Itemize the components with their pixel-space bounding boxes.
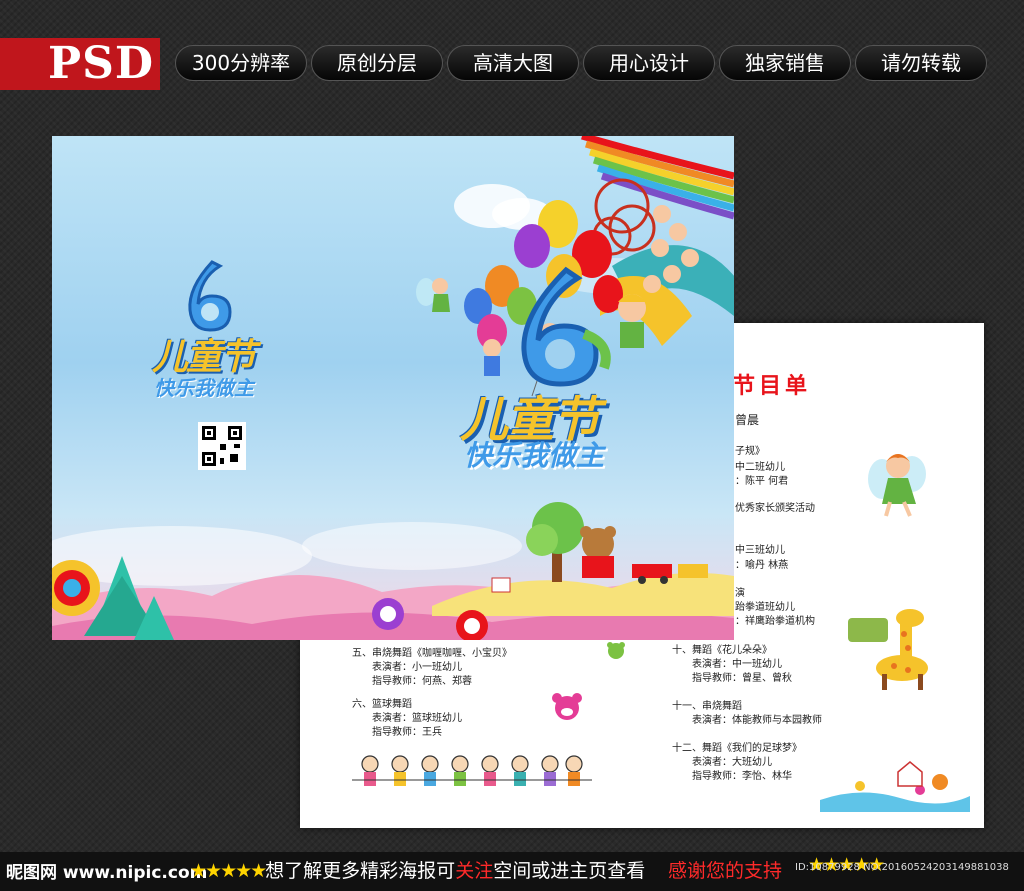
feature-tags: 300分辨率 原创分层 高清大图 用心设计 独家销售 请勿转载 bbox=[175, 45, 991, 81]
footer-highlight: 关注 bbox=[455, 860, 494, 882]
program-line: ：喻丹 林燕 bbox=[735, 560, 789, 571]
program-line: 表演者：体能教师与本园教师 bbox=[692, 715, 822, 726]
big-six-logo bbox=[521, 266, 611, 387]
psd-badge: PSD bbox=[0, 38, 160, 90]
footer-message: ★★★★★想了解更多精彩海报可关注空间或进主页查看 bbox=[190, 856, 645, 883]
flower-house-illustration bbox=[820, 761, 970, 812]
bear-face-pink-icon bbox=[552, 693, 582, 720]
program-line: 子规》 bbox=[735, 446, 765, 457]
tag-original-layers: 原创分层 bbox=[311, 45, 443, 81]
fairy-girl-illustration bbox=[868, 454, 926, 517]
cover-sheet: 儿童节 快乐我做主 儿童节 快乐我做主 bbox=[52, 136, 734, 640]
program-line: 指导教师：王兵 bbox=[372, 727, 442, 738]
bear-face-green-icon bbox=[607, 642, 625, 659]
program-line: ：陈平 何君 bbox=[735, 476, 789, 487]
stars-left-icon: ★★★★★ bbox=[190, 860, 267, 882]
program-line: 表演者：中一班幼儿 bbox=[692, 659, 782, 670]
program-line: 六、篮球舞蹈 bbox=[352, 699, 412, 710]
children-row-illustration bbox=[352, 755, 592, 786]
small-six-logo bbox=[188, 260, 232, 332]
program-line: 表演者：小一班幼儿 bbox=[372, 662, 462, 673]
tag-no-repost: 请勿转载 bbox=[855, 45, 987, 81]
program-title: 节目单 bbox=[733, 374, 812, 399]
big-logo-slogan: 快乐我做主 bbox=[464, 439, 605, 472]
program-line: 跆拳道班幼儿 bbox=[735, 602, 795, 613]
program-line: 中三班幼儿 bbox=[735, 545, 785, 556]
tag-exclusive-sale: 独家销售 bbox=[719, 45, 851, 81]
footer-text-part2: 空间或进主页查看 bbox=[493, 860, 646, 882]
program-line: ：祥鹰跆拳道机构 bbox=[735, 616, 815, 627]
program-line: 指导教师：何燕、郑蓉 bbox=[372, 676, 472, 687]
program-line: 中二班幼儿 bbox=[735, 462, 785, 473]
tag-resolution: 300分辨率 bbox=[175, 45, 307, 81]
image-id: ID:10879928 NO:20160524203149881038 bbox=[795, 862, 1009, 873]
program-line: 表演者：大班幼儿 bbox=[692, 757, 772, 768]
program-line: 优秀家长颁奖活动 bbox=[735, 503, 815, 514]
giraffe-illustration bbox=[848, 609, 928, 690]
qr-code bbox=[198, 422, 246, 470]
program-line: 曾晨 bbox=[735, 413, 760, 427]
program-line: 演 bbox=[735, 588, 745, 599]
program-line: 表演者：篮球班幼儿 bbox=[372, 713, 462, 724]
site-watermark: 昵图网 www.nipic.com bbox=[6, 863, 208, 883]
footer-thanks: 感谢您的支持 bbox=[668, 860, 783, 882]
tag-careful-design: 用心设计 bbox=[583, 45, 715, 81]
program-line: 五、串烧舞蹈《咖喱咖喱、小宝贝》 bbox=[352, 648, 512, 659]
program-line: 十二、舞蹈《我们的足球梦》 bbox=[672, 743, 802, 754]
tag-hd-image: 高清大图 bbox=[447, 45, 579, 81]
program-line: 十、舞蹈《花儿朵朵》 bbox=[672, 645, 772, 656]
program-line: 指导教师：李怡、林华 bbox=[692, 771, 792, 782]
footer-text-part1: 想了解更多精彩海报可 bbox=[265, 860, 456, 882]
program-line: 指导教师：曾星、曾秋 bbox=[692, 673, 792, 684]
program-line: 十一、串烧舞蹈 bbox=[672, 701, 742, 712]
small-logo-slogan: 快乐我做主 bbox=[154, 376, 254, 400]
